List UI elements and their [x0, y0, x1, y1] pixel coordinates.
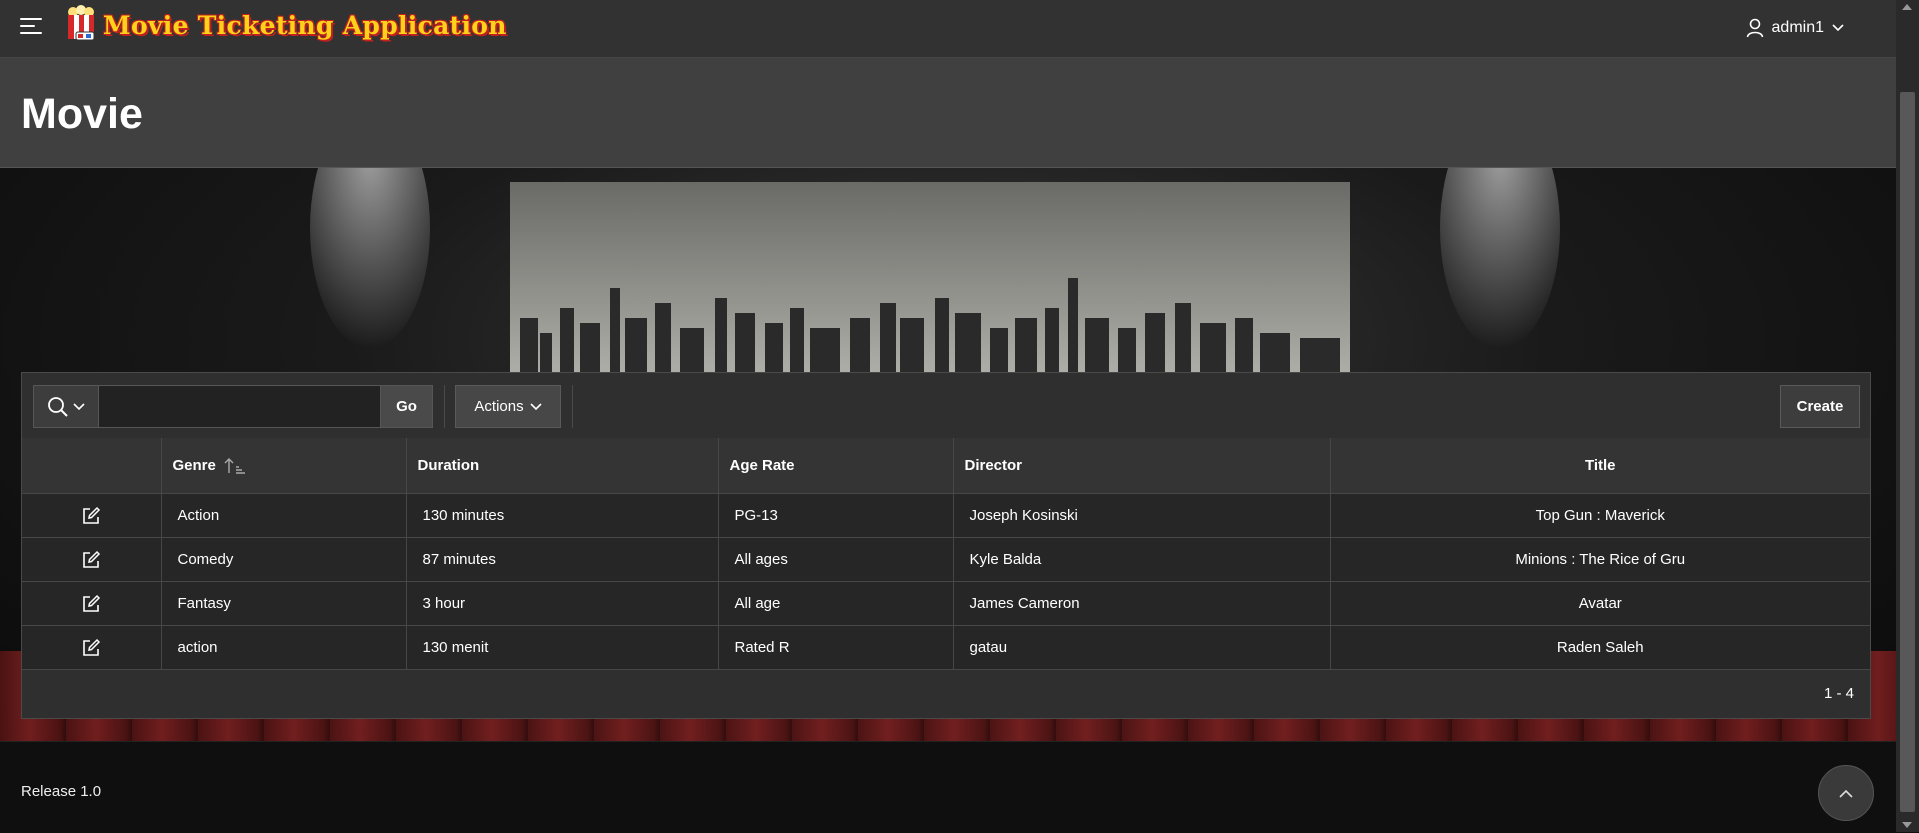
chevron-down-icon	[1832, 24, 1844, 32]
user-icon	[1746, 18, 1763, 38]
column-header-genre[interactable]: Genre	[161, 438, 407, 494]
scrollbar-thumb[interactable]	[1900, 92, 1915, 812]
duration-cell: 130 menit	[406, 625, 719, 670]
back-to-top-button[interactable]	[1818, 765, 1874, 821]
age-rate-cell: All age	[718, 581, 954, 626]
chevron-up-icon	[1839, 789, 1853, 798]
edit-icon[interactable]	[81, 638, 101, 658]
footer: Release 1.0	[0, 741, 1896, 833]
toolbar-divider	[444, 385, 445, 428]
title-cell: Raden Saleh	[1330, 625, 1870, 670]
user-menu[interactable]: admin1	[1746, 15, 1844, 41]
column-header-age-rate[interactable]: Age Rate	[718, 438, 954, 494]
director-cell: gatau	[953, 625, 1331, 670]
toolbar-divider	[572, 385, 573, 428]
title-cell: Avatar	[1330, 581, 1870, 626]
top-navigation-bar: Movie Ticketing Application admin1	[0, 0, 1896, 58]
genre-cell: Fantasy	[161, 581, 407, 626]
hamburger-icon[interactable]	[20, 18, 44, 38]
column-header-label: Genre	[172, 456, 216, 474]
chevron-down-icon	[530, 402, 542, 410]
edit-cell	[22, 537, 162, 582]
table-row: Fantasy 3 hour All age James Cameron Ava…	[22, 581, 1870, 626]
column-header-director[interactable]: Director	[953, 438, 1331, 494]
interactive-report: Go Actions Create Genre Duration Age Rat…	[21, 372, 1871, 719]
table-row: Comedy 87 minutes All ages Kyle Balda Mi…	[22, 537, 1870, 582]
movie-table: Genre Duration Age Rate Director Title A…	[22, 438, 1870, 670]
edit-icon[interactable]	[81, 506, 101, 526]
table-row: Action 130 minutes PG-13 Joseph Kosinski…	[22, 493, 1870, 538]
scroll-down-arrow-icon[interactable]	[1902, 822, 1912, 828]
actions-menu-button[interactable]: Actions	[455, 385, 561, 428]
title-cell: Top Gun : Maverick	[1330, 493, 1870, 538]
popcorn-icon[interactable]	[62, 5, 100, 45]
sort-ascending-icon[interactable]	[224, 458, 246, 474]
search-group: Go	[33, 385, 433, 428]
report-toolbar: Go Actions Create	[22, 373, 1870, 439]
table-row: action 130 menit Rated R gatau Raden Sal…	[22, 625, 1870, 670]
duration-cell: 3 hour	[406, 581, 719, 626]
page-header: Movie	[0, 58, 1896, 168]
director-cell: Joseph Kosinski	[953, 493, 1331, 538]
column-header-title[interactable]: Title	[1330, 438, 1870, 494]
genre-cell: Comedy	[161, 537, 407, 582]
director-cell: Kyle Balda	[953, 537, 1331, 582]
actions-label: Actions	[474, 398, 524, 415]
page-title: Movie	[21, 90, 143, 138]
genre-cell: Action	[161, 493, 407, 538]
edit-icon[interactable]	[81, 550, 101, 570]
page-scrollbar[interactable]	[1896, 0, 1919, 832]
app-title[interactable]: Movie Ticketing Application	[103, 11, 507, 40]
director-cell: James Cameron	[953, 581, 1331, 626]
age-rate-cell: Rated R	[718, 625, 954, 670]
duration-cell: 87 minutes	[406, 537, 719, 582]
search-icon	[48, 396, 68, 417]
table-header-row: Genre Duration Age Rate Director Title	[22, 438, 1870, 494]
edit-cell	[22, 581, 162, 626]
search-input[interactable]	[99, 385, 380, 428]
go-button[interactable]: Go	[380, 385, 433, 428]
scroll-up-arrow-icon[interactable]	[1902, 4, 1912, 10]
release-version: Release 1.0	[21, 783, 102, 800]
edit-cell	[22, 493, 162, 538]
age-rate-cell: All ages	[718, 537, 954, 582]
edit-icon[interactable]	[81, 594, 101, 614]
column-header-duration[interactable]: Duration	[406, 438, 719, 494]
username: admin1	[1771, 19, 1824, 36]
genre-cell: action	[161, 625, 407, 670]
duration-cell: 130 minutes	[406, 493, 719, 538]
edit-cell	[22, 625, 162, 670]
chevron-down-icon	[73, 402, 85, 410]
pagination-text: 1 - 4	[1823, 685, 1854, 702]
age-rate-cell: PG-13	[718, 493, 954, 538]
create-button[interactable]: Create	[1780, 385, 1860, 428]
title-cell: Minions : The Rice of Gru	[1330, 537, 1870, 582]
column-header-edit	[22, 438, 162, 494]
search-column-button[interactable]	[33, 385, 99, 428]
